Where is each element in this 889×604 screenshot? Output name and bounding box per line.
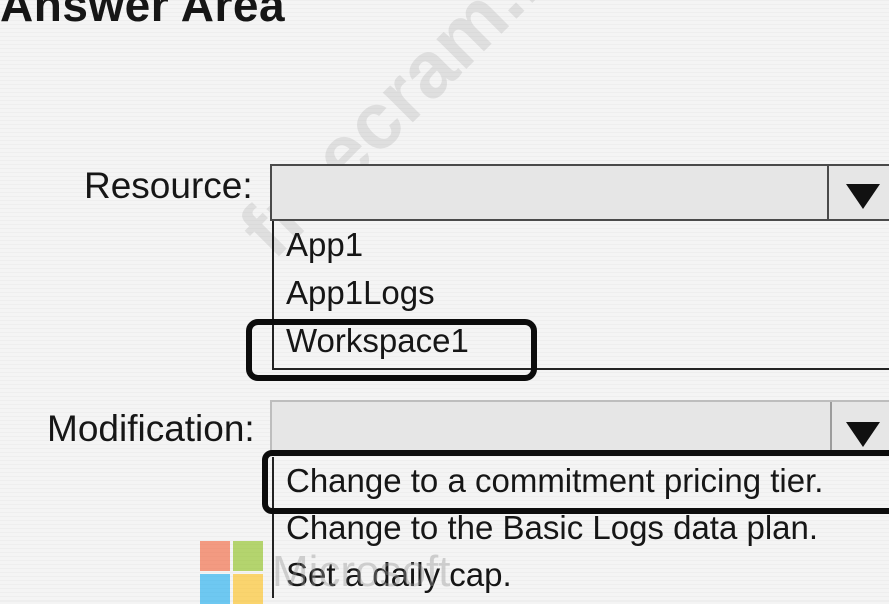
logo-blue-square [200, 574, 230, 604]
chevron-down-icon[interactable] [846, 422, 880, 447]
logo-red-square [200, 541, 230, 571]
answer-area-heading: Answer Area [0, 0, 286, 31]
logo-green-square [233, 541, 263, 571]
logo-wordmark: Microsoft [272, 547, 451, 596]
resource-option-app1[interactable]: App1 [274, 221, 889, 269]
modification-option-commitment-tier[interactable]: Change to a commitment pricing tier. [274, 457, 889, 504]
chevron-down-icon[interactable] [846, 184, 880, 209]
resource-dropdown[interactable] [270, 164, 889, 221]
modification-option-basic-logs[interactable]: Change to the Basic Logs data plan. [274, 504, 889, 551]
modification-dropdown-divider [830, 402, 832, 453]
logo-yellow-square [233, 574, 263, 604]
resource-dropdown-divider [827, 166, 829, 219]
modification-label: Modification: [47, 408, 255, 449]
resource-options-list: App1 App1Logs Workspace1 [272, 221, 889, 370]
modification-dropdown[interactable] [270, 400, 889, 455]
resource-option-app1logs[interactable]: App1Logs [274, 269, 889, 317]
resource-label: Resource: [84, 165, 253, 206]
resource-option-workspace1[interactable]: Workspace1 [274, 317, 889, 365]
